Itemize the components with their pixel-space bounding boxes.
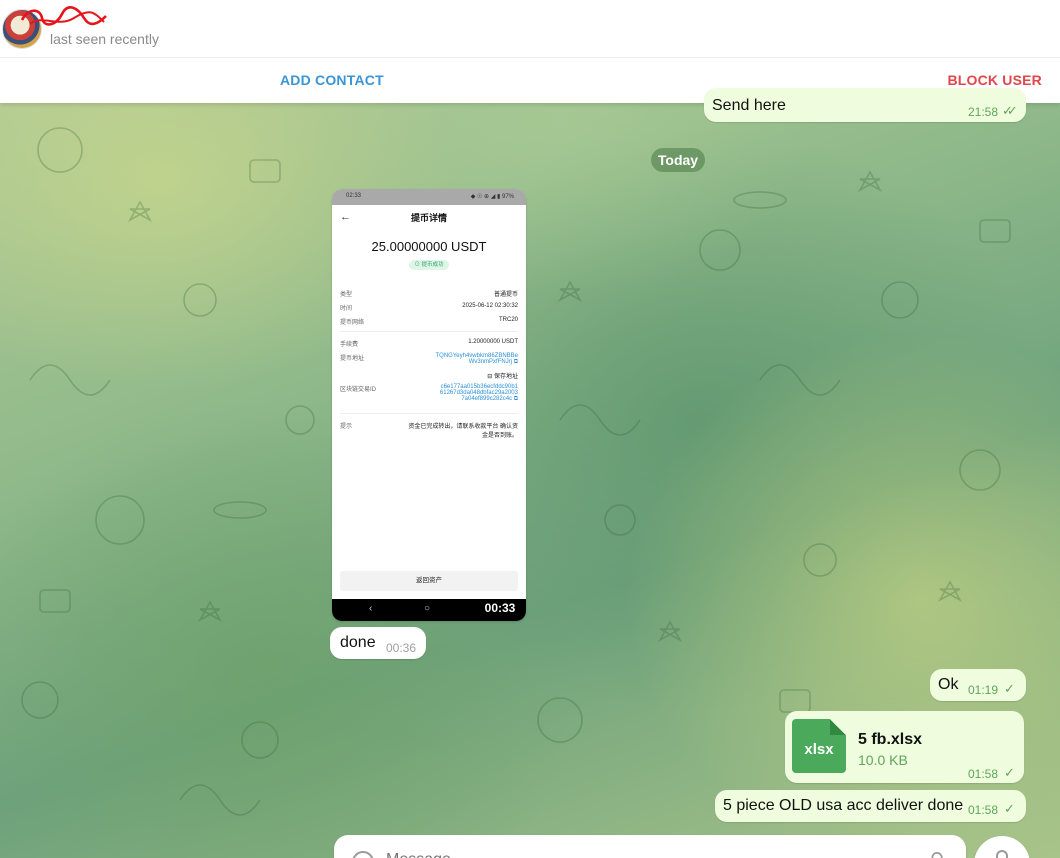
check-icon: ✓ [1004, 801, 1015, 816]
emoji-icon[interactable] [352, 851, 374, 858]
add-contact-button[interactable]: ADD CONTACT [280, 72, 384, 88]
message-time: 01:58 [968, 803, 999, 817]
message-time: 01:58 [968, 767, 999, 781]
divider [340, 413, 518, 414]
message-bubble-incoming[interactable]: done 00:36 [330, 627, 426, 659]
last-seen-status: last seen recently [50, 31, 159, 47]
detail-row: 提币网络 TRC20 [340, 317, 518, 326]
message-bubble-outgoing[interactable]: Ok 01:19 ✓ [930, 669, 1026, 701]
withdraw-amount: 25.00000000 USDT [371, 239, 487, 254]
message-text: done [340, 634, 376, 651]
message-bubble-outgoing[interactable]: Send here 21:58 ✓✓ [704, 88, 1026, 122]
redacted-name-scribble [20, 6, 107, 26]
file-message[interactable]: xlsx 5 fb.xlsx 10.0 KB 01:58 ✓ [785, 711, 1024, 783]
title-row: last seen recently [0, 0, 1060, 58]
message-text: 5 piece OLD usa acc deliver done [723, 797, 964, 814]
success-badge: ⊙ 提币成功 [409, 260, 449, 270]
nav-back-icon: ‹ [369, 603, 373, 614]
check-icon: ✓ [1004, 765, 1015, 780]
divider [340, 331, 518, 332]
double-check-icon: ✓✓ [1002, 103, 1018, 118]
detail-row: 时间 2025-06-12 02:30:32 [340, 303, 518, 312]
spreadsheet-file-icon[interactable]: xlsx [792, 719, 846, 773]
phone-status-bar: 02:33 ◆ ☉ ⊕ ◢ ▮ 97% [332, 189, 526, 205]
nav-home-icon: ○ [424, 603, 431, 614]
message-time: 00:36 [386, 641, 417, 655]
message-composer: ⚲ [334, 835, 966, 858]
message-bubble-outgoing[interactable]: 5 piece OLD usa acc deliver done 01:58 ✓ [715, 790, 1026, 822]
paperclip-icon[interactable]: ⚲ [921, 845, 949, 858]
message-text: Ok [938, 676, 959, 693]
file-size: 10.0 KB [858, 752, 908, 768]
detail-row: 提币地址 TQNGYeyh4vwbkm86ZBNBBe Wv3nmPxfFNJrj… [340, 353, 518, 365]
phone-page-title: 提币详情 [410, 213, 447, 223]
detail-row: 类型 普通提币 [340, 292, 518, 298]
media-duration: 00:33 [484, 601, 516, 615]
message-time: 21:58 [968, 105, 999, 119]
file-name: 5 fb.xlsx [858, 731, 923, 748]
block-user-button[interactable]: BLOCK USER [947, 72, 1042, 88]
check-icon: ✓ [1004, 681, 1015, 696]
message-time: 01:19 [968, 683, 999, 697]
detail-row: 提示 资金已完成转出，请联系收款平台 确认资金是否到账。 [340, 424, 518, 439]
return-assets-button: 返回资产 [340, 571, 518, 591]
message-input[interactable] [386, 849, 906, 858]
microphone-icon [996, 850, 1008, 858]
date-separator: Today [651, 148, 705, 172]
detail-row: 手续费 1.20000000 USDT [340, 339, 518, 348]
screenshot-media[interactable]: 02:33 ◆ ☉ ⊕ ◢ ▮ 97% ← 提币详情 25.00000000 U… [332, 189, 526, 621]
message-text: Send here [712, 97, 786, 114]
detail-row: 区块链交易ID c6e177aa015b36ecfddc90b1 61267d3d… [340, 384, 518, 402]
